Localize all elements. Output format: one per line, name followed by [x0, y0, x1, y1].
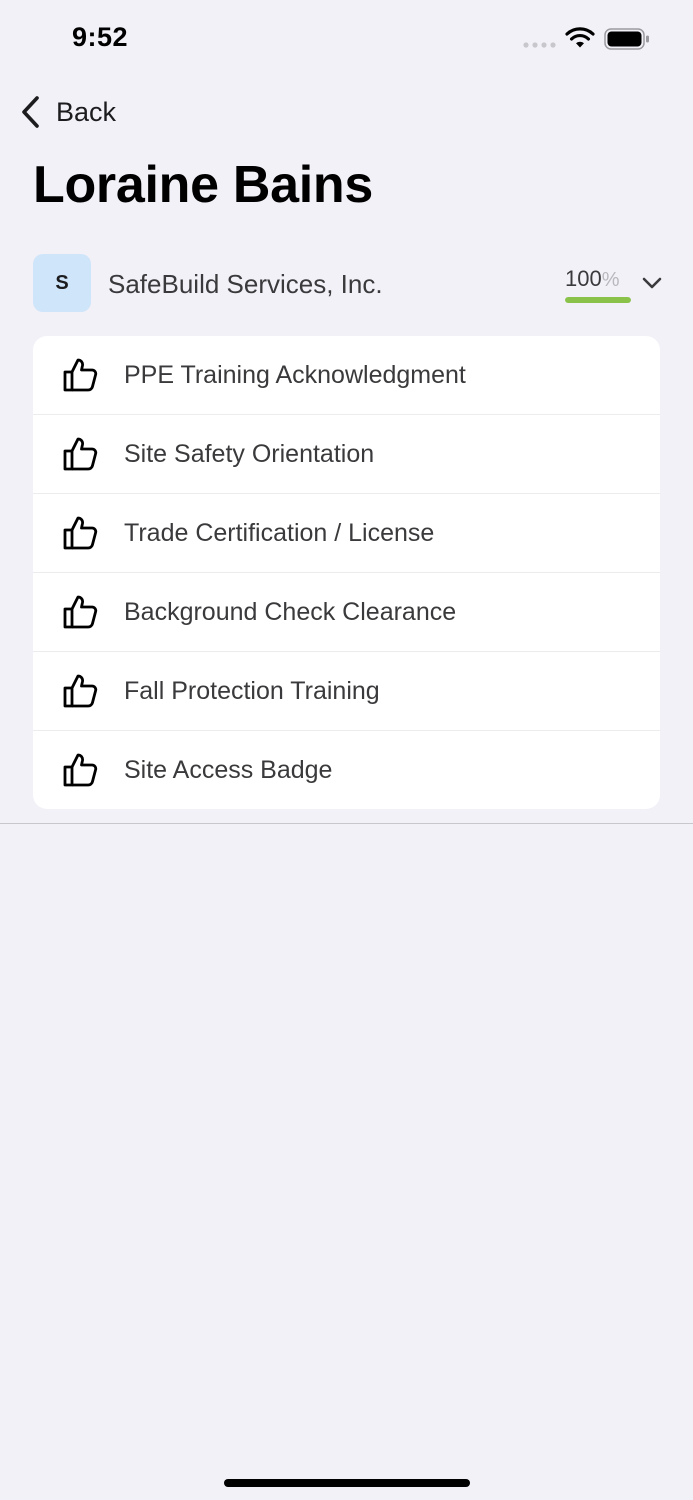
list-item[interactable]: Trade Certification / License: [33, 494, 660, 573]
status-bar: 9:52: [0, 0, 693, 80]
thumbs-up-icon: [63, 674, 98, 708]
compliance-progress: 100%: [565, 266, 631, 303]
thumbs-up-icon: [63, 516, 98, 550]
list-item[interactable]: Fall Protection Training: [33, 652, 660, 731]
progress-bar-fill: [565, 297, 631, 303]
chevron-left-icon: [22, 96, 39, 128]
list-item-label: Site Safety Orientation: [124, 439, 375, 468]
chevron-down-icon[interactable]: [641, 276, 663, 290]
thumbs-up-icon: [63, 753, 98, 787]
list-item[interactable]: Background Check Clearance: [33, 573, 660, 652]
list-item-label: PPE Training Acknowledgment: [124, 360, 466, 389]
thumbs-up-icon: [63, 358, 98, 392]
progress-value: 100: [565, 266, 602, 291]
battery-icon: [604, 28, 649, 50]
home-indicator[interactable]: [224, 1479, 470, 1487]
list-item[interactable]: Site Safety Orientation: [33, 415, 660, 494]
back-button[interactable]: Back: [18, 92, 116, 132]
list-item-label: Site Access Badge: [124, 755, 333, 784]
progress-unit: %: [601, 269, 620, 291]
thumbs-up-icon: [63, 437, 98, 471]
list-item-label: Background Check Clearance: [124, 597, 457, 626]
status-time: 9:52: [72, 22, 129, 52]
cellular-signal-icon: [523, 42, 556, 48]
list-item[interactable]: PPE Training Acknowledgment: [33, 336, 660, 415]
company-name: SafeBuild Services, Inc.: [108, 269, 383, 299]
thumbs-up-icon: [63, 595, 98, 629]
company-avatar: S: [33, 254, 91, 312]
progress-bar: [565, 297, 631, 303]
requirements-list: PPE Training Acknowledgment Site Safety …: [33, 336, 660, 809]
list-item[interactable]: Site Access Badge: [33, 731, 660, 809]
progress-text: 100%: [565, 266, 631, 292]
wifi-icon: [565, 27, 595, 48]
list-item-label: Fall Protection Training: [124, 676, 380, 705]
back-label: Back: [56, 96, 117, 127]
divider: [0, 823, 693, 824]
page-title: Loraine Bains: [33, 156, 373, 214]
list-item-label: Trade Certification / License: [124, 518, 435, 547]
company-row[interactable]: S SafeBuild Services, Inc. 100%: [33, 254, 665, 314]
